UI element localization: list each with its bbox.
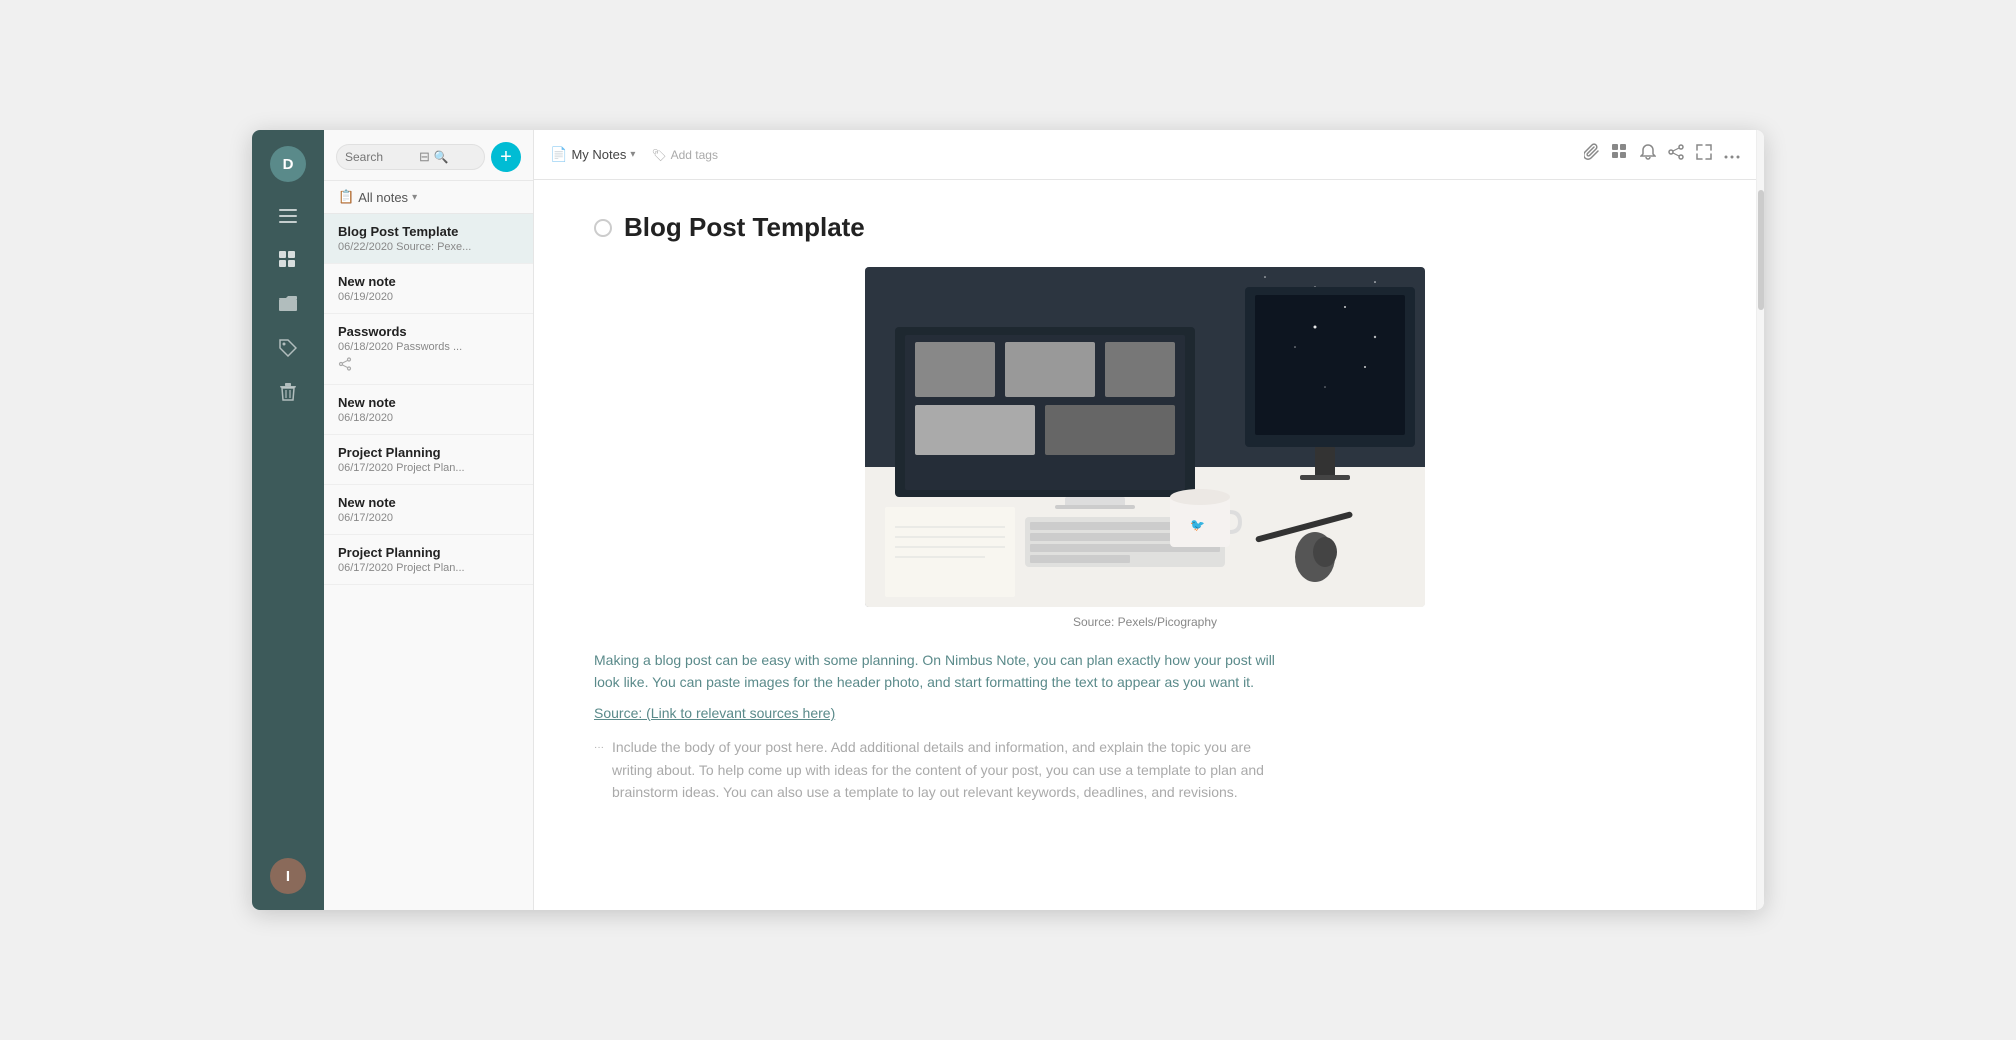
- main-scrollbar[interactable]: [1756, 130, 1764, 910]
- breadcrumb-chevron: ▾: [630, 149, 635, 160]
- note-item-title: Blog Post Template: [338, 224, 519, 239]
- notebook-label[interactable]: My Notes: [571, 147, 626, 162]
- grid-view-icon[interactable]: [1612, 144, 1628, 165]
- note-item-meta: 06/17/2020 Project Plan...: [338, 462, 519, 474]
- note-list-item[interactable]: New note 06/19/2020: [324, 264, 533, 314]
- note-checkbox[interactable]: [594, 219, 612, 237]
- note-item-title: Project Planning: [338, 545, 519, 560]
- source-link-anchor[interactable]: Source: (Link to relevant sources here): [594, 705, 835, 721]
- tag-icon[interactable]: [270, 330, 306, 366]
- note-item-title: New note: [338, 274, 519, 289]
- note-list-item[interactable]: Passwords 06/18/2020 Passwords ...: [324, 314, 533, 385]
- user-avatar-top[interactable]: D: [270, 146, 306, 182]
- note-item-meta: 06/18/2020 Passwords ...: [338, 341, 519, 353]
- note-toolbar: 📄 My Notes ▾ 🏷 Add tags: [534, 130, 1756, 180]
- note-item-title: New note: [338, 495, 519, 510]
- search-icon: 🔍: [434, 150, 449, 164]
- main-content: 📄 My Notes ▾ 🏷 Add tags: [534, 130, 1756, 910]
- bullet-icon: ···: [594, 740, 604, 803]
- all-notes-icon: 📋: [338, 189, 354, 205]
- note-item-title: Project Planning: [338, 445, 519, 460]
- folder-icon[interactable]: [270, 286, 306, 322]
- notes-header: ⊟ 🔍 +: [324, 130, 533, 181]
- notes-panel: ⊟ 🔍 + 📋 All notes ▾ Blog Post Template 06…: [324, 130, 534, 910]
- filter-icon[interactable]: ⊟: [419, 149, 430, 165]
- add-tags-label[interactable]: Add tags: [671, 148, 718, 162]
- note-item-share-icon: [338, 357, 519, 374]
- notes-list: Blog Post Template 06/22/2020 Source: Pex…: [324, 214, 533, 910]
- notebook-icon: 📄: [550, 146, 567, 163]
- all-notes-label[interactable]: All notes: [358, 190, 408, 205]
- bell-icon[interactable]: [1640, 143, 1656, 166]
- note-list-item[interactable]: Blog Post Template 06/22/2020 Source: Pex…: [324, 214, 533, 264]
- note-item-title: Passwords: [338, 324, 519, 339]
- tag-icon-small: 🏷: [651, 148, 666, 162]
- search-box[interactable]: ⊟ 🔍: [336, 144, 485, 170]
- share-icon[interactable]: [1668, 144, 1684, 165]
- app-window: D: [252, 130, 1764, 910]
- note-item-meta: 06/17/2020 Project Plan...: [338, 562, 519, 574]
- body-text: Include the body of your post here. Add …: [612, 736, 1294, 803]
- note-list-item[interactable]: Project Planning 06/17/2020 Project Plan.…: [324, 535, 533, 585]
- note-header-image: 🐦: [865, 267, 1425, 607]
- svg-text:🐦: 🐦: [1190, 518, 1205, 532]
- scrollbar-thumb[interactable]: [1758, 190, 1764, 310]
- note-item-meta: 06/19/2020: [338, 291, 519, 303]
- more-icon[interactable]: [1724, 146, 1740, 164]
- note-list-item[interactable]: New note 06/18/2020: [324, 385, 533, 435]
- note-item-meta: 06/18/2020: [338, 412, 519, 424]
- toolbar-actions: [1584, 143, 1740, 166]
- search-input[interactable]: [345, 150, 415, 164]
- trash-icon[interactable]: [270, 374, 306, 410]
- note-source-link[interactable]: Source: (Link to relevant sources here): [594, 702, 1294, 724]
- note-body-text: Making a blog post can be easy with some…: [594, 649, 1294, 803]
- user-avatar-bottom[interactable]: I: [270, 858, 306, 894]
- tag-area[interactable]: 🏷 Add tags: [651, 148, 718, 162]
- note-intro-text: Making a blog post can be easy with some…: [594, 649, 1294, 694]
- note-item-meta: 06/22/2020 Source: Pexe...: [338, 241, 519, 253]
- breadcrumb: 📄 My Notes ▾: [550, 146, 635, 163]
- note-title: Blog Post Template: [624, 212, 865, 243]
- image-caption: Source: Pexels/Picography: [1073, 615, 1217, 629]
- note-body-paragraph: ··· Include the body of your post here. …: [594, 736, 1294, 803]
- all-notes-bar[interactable]: 📋 All notes ▾: [324, 181, 533, 214]
- note-list-item[interactable]: Project Planning 06/17/2020 Project Plan.…: [324, 435, 533, 485]
- note-item-meta: 06/17/2020: [338, 512, 519, 524]
- add-note-button[interactable]: +: [491, 142, 521, 172]
- expand-icon[interactable]: [1696, 144, 1712, 165]
- sidebar-nav: D: [252, 130, 324, 910]
- note-item-title: New note: [338, 395, 519, 410]
- note-list-item[interactable]: New note 06/17/2020: [324, 485, 533, 535]
- attach-icon[interactable]: [1584, 143, 1600, 166]
- note-image-container: 🐦 Source: Pexels/Picography: [594, 267, 1696, 629]
- dashboard-icon[interactable]: [270, 242, 306, 278]
- note-editor[interactable]: Blog Post Template: [534, 180, 1756, 910]
- menu-icon[interactable]: [270, 198, 306, 234]
- all-notes-chevron: ▾: [412, 192, 417, 203]
- note-title-row: Blog Post Template: [594, 212, 1696, 243]
